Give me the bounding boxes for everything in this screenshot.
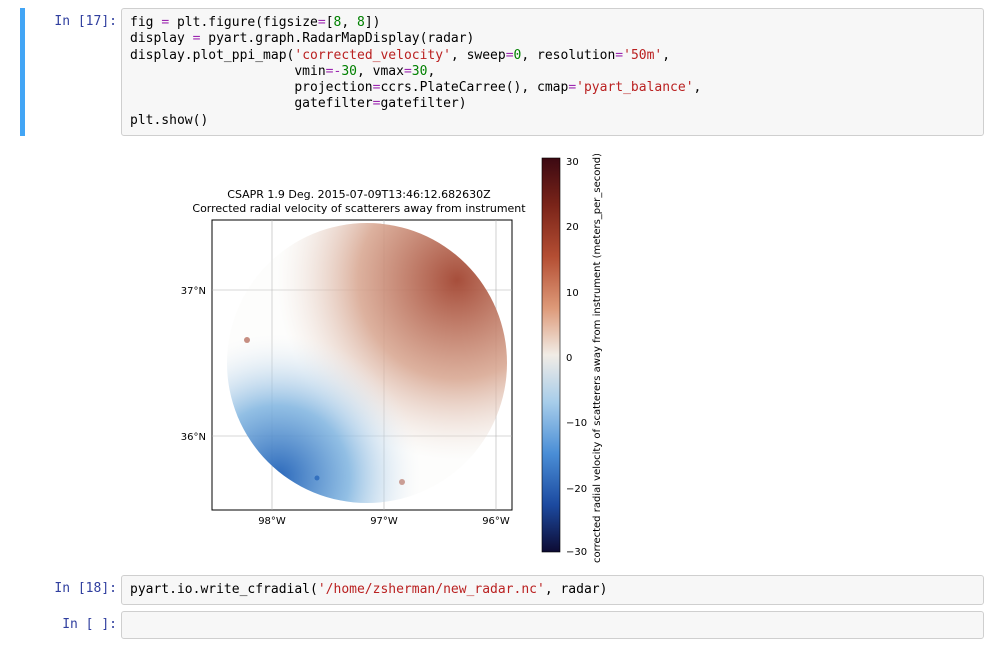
- colorbar-ticks: 30 20 10 0 −10 −20 −30: [566, 157, 587, 558]
- input-prompt: In [18]:: [25, 575, 121, 605]
- radar-data-blob: [187, 175, 562, 555]
- x-tick-label: 96°W: [482, 516, 510, 527]
- plot-title-line2: Corrected radial velocity of scatterers …: [192, 202, 526, 215]
- input-prompt: In [ ]:: [25, 611, 121, 639]
- colorbar-label: corrected radial velocity of scatterers …: [592, 154, 603, 563]
- y-tick-label: 37°N: [181, 286, 206, 297]
- svg-text:20: 20: [566, 222, 579, 233]
- svg-text:0: 0: [566, 353, 572, 364]
- input-prompt: In [17]:: [25, 8, 121, 136]
- code-editor[interactable]: [121, 611, 984, 639]
- radar-plot-svg: CSAPR 1.9 Deg. 2015-07-09T13:46:12.68263…: [164, 154, 624, 564]
- code-cell[interactable]: In [ ]:: [20, 611, 984, 639]
- code-cell[interactable]: In [17]: fig = plt.figure(figsize=[8, 8]…: [20, 8, 984, 136]
- svg-text:−30: −30: [566, 547, 587, 558]
- radar-plot: CSAPR 1.9 Deg. 2015-07-09T13:46:12.68263…: [124, 150, 624, 564]
- notebook: In [17]: fig = plt.figure(figsize=[8, 8]…: [0, 0, 1004, 653]
- x-tick-label: 98°W: [258, 516, 286, 527]
- svg-text:30: 30: [566, 157, 579, 168]
- svg-text:−10: −10: [566, 418, 587, 429]
- x-tick-label: 97°W: [370, 516, 398, 527]
- code-cell[interactable]: In [18]: pyart.io.write_cfradial('/home/…: [20, 575, 984, 605]
- svg-text:10: 10: [566, 288, 579, 299]
- colorbar: 30 20 10 0 −10 −20 −30 corrected radial …: [542, 154, 603, 563]
- y-tick-label: 36°N: [181, 432, 206, 443]
- svg-text:−20: −20: [566, 484, 587, 495]
- plot-title-line1: CSAPR 1.9 Deg. 2015-07-09T13:46:12.68263…: [227, 188, 491, 201]
- code-editor[interactable]: fig = plt.figure(figsize=[8, 8]) display…: [121, 8, 984, 136]
- code-editor[interactable]: pyart.io.write_cfradial('/home/zsherman/…: [121, 575, 984, 605]
- cell-output: CSAPR 1.9 Deg. 2015-07-09T13:46:12.68263…: [20, 142, 984, 575]
